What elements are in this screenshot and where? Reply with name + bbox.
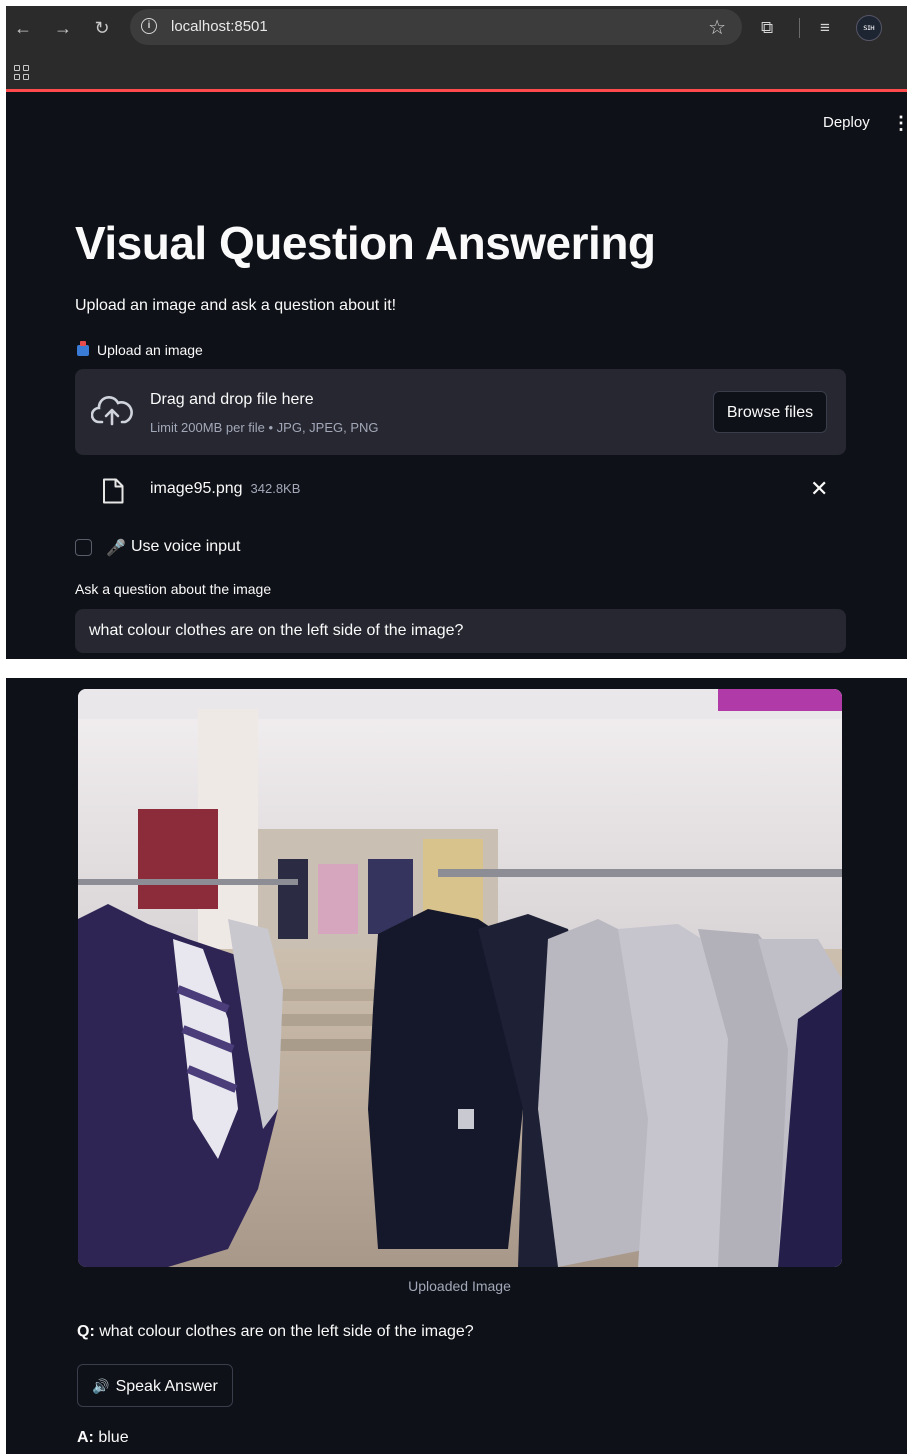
page-subtitle: Upload an image and ask a question about… <box>75 297 397 314</box>
app-screenshot-top: ← → ↻ i localhost:8501 ☆ ⧉ ≡ ꜱɪʜ Deploy … <box>6 6 907 659</box>
bookmark-star-icon[interactable]: ☆ <box>708 15 726 40</box>
answer-text: blue <box>93 1429 129 1446</box>
speak-answer-button[interactable]: 🔊 Speak Answer <box>77 1364 233 1407</box>
apps-grid-icon[interactable] <box>14 65 30 81</box>
toolbar-divider <box>799 18 800 38</box>
extensions-icon[interactable]: ⧉ <box>761 18 773 38</box>
uploaded-file-size: 342.8KB <box>250 481 301 496</box>
app-screenshot-bottom: Uploaded Image Q: what colour clothes ar… <box>6 678 907 1454</box>
browser-toolbar: ← → ↻ i localhost:8501 ☆ ⧉ ≡ ꜱɪʜ <box>6 6 907 52</box>
file-dropzone[interactable]: Drag and drop file here Limit 200MB per … <box>75 369 846 455</box>
bookmarks-bar <box>6 52 907 92</box>
uploaded-file-row: image95.png 342.8KB ✕ <box>75 474 846 508</box>
reload-icon[interactable]: ↻ <box>91 17 113 39</box>
uploaded-image <box>78 689 842 1267</box>
question-prefix: Q: <box>77 1323 95 1340</box>
profile-avatar[interactable]: ꜱɪʜ <box>856 15 882 41</box>
question-echo: Q: what colour clothes are on the left s… <box>77 1323 474 1341</box>
microphone-icon: 🎤 <box>106 540 126 557</box>
voice-input-label[interactable]: Use voice input <box>131 538 240 556</box>
inbox-tray-icon <box>77 341 89 356</box>
uploader-label: Upload an image <box>97 342 203 358</box>
image-caption: Uploaded Image <box>408 1278 511 1294</box>
file-icon <box>103 478 124 504</box>
uploader-label-row: Upload an image <box>77 341 203 358</box>
dropzone-instructions: Drag and drop file here <box>150 391 314 408</box>
cloud-upload-icon <box>91 396 133 426</box>
question-input[interactable] <box>75 609 846 653</box>
main-menu-icon[interactable]: ⋮ <box>892 113 907 134</box>
answer-text-row: A: blue <box>77 1429 129 1447</box>
media-queue-icon[interactable]: ≡ <box>820 18 830 38</box>
store-photo <box>78 689 842 1267</box>
answer-prefix: A: <box>77 1429 94 1446</box>
question-echo-text: what colour clothes are on the left side… <box>94 1323 474 1340</box>
remove-file-icon[interactable]: ✕ <box>810 478 828 500</box>
site-info-icon[interactable]: i <box>141 18 157 34</box>
forward-icon[interactable]: → <box>52 17 74 39</box>
browse-files-button[interactable]: Browse files <box>713 391 827 433</box>
question-label: Ask a question about the image <box>75 581 272 597</box>
deploy-button[interactable]: Deploy <box>823 114 870 131</box>
back-icon[interactable]: ← <box>12 17 34 39</box>
speaker-icon: 🔊 <box>92 1378 110 1394</box>
voice-input-checkbox[interactable] <box>75 539 92 556</box>
file-name-block: image95.png 342.8KB <box>150 480 300 498</box>
address-bar[interactable]: i localhost:8501 ☆ <box>130 9 742 45</box>
dropzone-limit-text: Limit 200MB per file • JPG, JPEG, PNG <box>150 420 379 435</box>
speak-answer-label: Speak Answer <box>115 1378 218 1395</box>
uploaded-file-name: image95.png <box>150 480 243 497</box>
address-url[interactable]: localhost:8501 <box>171 18 268 35</box>
page-title: Visual Question Answering <box>75 217 656 269</box>
